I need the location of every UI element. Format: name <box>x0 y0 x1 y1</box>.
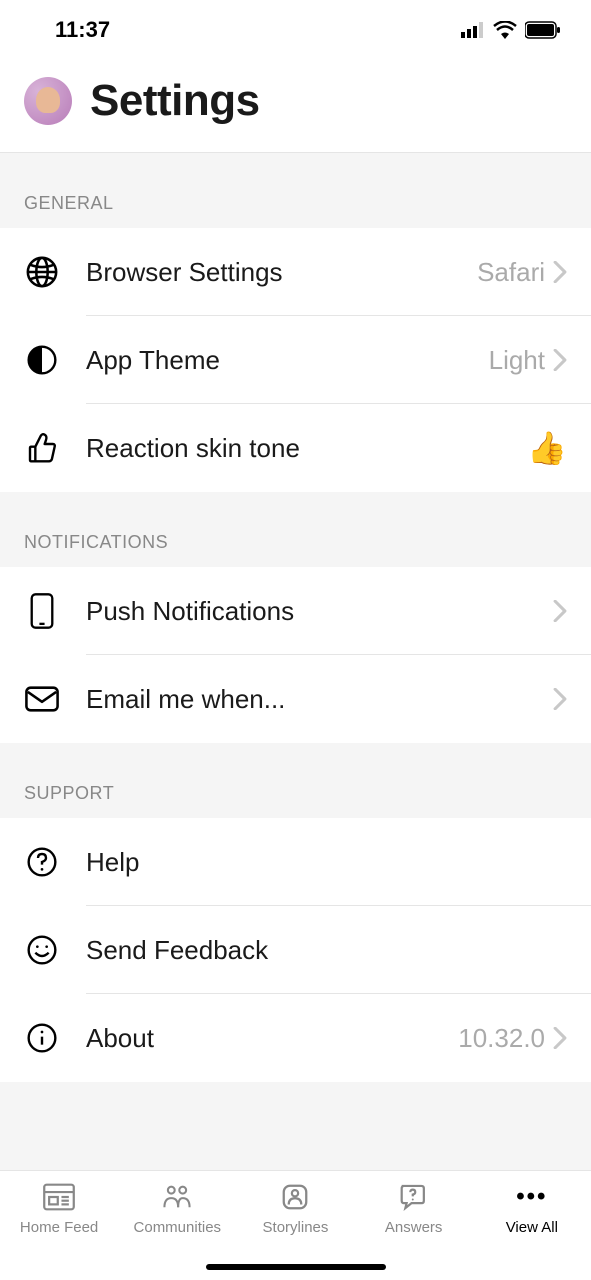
chat-question-icon <box>398 1181 430 1213</box>
reaction-emoji: 👍 <box>527 429 567 467</box>
smile-icon <box>24 932 60 968</box>
header: Settings <box>0 60 591 153</box>
section-header-support: SUPPORT <box>0 743 591 818</box>
chevron-right-icon <box>553 349 567 371</box>
email-me-when-label: Email me when... <box>86 684 553 715</box>
push-notifications-label: Push Notifications <box>86 596 553 627</box>
tab-label: View All <box>506 1219 558 1236</box>
avatar[interactable] <box>24 77 72 125</box>
info-icon <box>24 1020 60 1056</box>
story-icon <box>279 1181 311 1213</box>
people-icon <box>161 1181 193 1213</box>
app-theme-label: App Theme <box>86 345 489 376</box>
question-icon <box>24 844 60 880</box>
tab-label: Answers <box>385 1219 443 1236</box>
phone-icon <box>24 593 60 629</box>
reaction-skin-tone-label: Reaction skin tone <box>86 433 527 464</box>
app-theme-value: Light <box>489 345 545 376</box>
email-me-when-row[interactable]: Email me when... <box>0 655 591 743</box>
cellular-icon <box>461 22 485 38</box>
browser-settings-value: Safari <box>477 257 545 288</box>
envelope-icon <box>24 681 60 717</box>
chevron-right-icon <box>553 1027 567 1049</box>
half-circle-icon <box>24 342 60 378</box>
tab-view-all[interactable]: ••• View All <box>477 1181 587 1236</box>
browser-settings-row[interactable]: Browser Settings Safari <box>0 228 591 316</box>
section-header-general: GENERAL <box>0 153 591 228</box>
about-row[interactable]: About 10.32.0 <box>0 994 591 1082</box>
push-notifications-row[interactable]: Push Notifications <box>0 567 591 655</box>
wifi-icon <box>493 21 517 39</box>
chevron-right-icon <box>553 261 567 283</box>
reaction-skin-tone-row[interactable]: Reaction skin tone 👍 <box>0 404 591 492</box>
home-indicator[interactable] <box>206 1264 386 1270</box>
section-support: Help Send Feedback About 10.32.0 <box>0 818 591 1082</box>
tab-label: Home Feed <box>20 1219 98 1236</box>
tab-communities[interactable]: Communities <box>122 1181 232 1236</box>
chevron-right-icon <box>553 688 567 710</box>
globe-icon <box>24 254 60 290</box>
section-header-notifications: NOTIFICATIONS <box>0 492 591 567</box>
tab-answers[interactable]: Answers <box>359 1181 469 1236</box>
thumbs-up-icon <box>24 430 60 466</box>
page-title: Settings <box>90 76 260 126</box>
battery-icon <box>525 21 561 39</box>
section-notifications: Push Notifications Email me when... <box>0 567 591 743</box>
app-theme-row[interactable]: App Theme Light <box>0 316 591 404</box>
about-label: About <box>86 1023 458 1054</box>
status-time: 11:37 <box>55 17 110 43</box>
about-value: 10.32.0 <box>458 1023 545 1054</box>
send-feedback-row[interactable]: Send Feedback <box>0 906 591 994</box>
chevron-right-icon <box>553 600 567 622</box>
status-bar: 11:37 <box>0 0 591 60</box>
tab-label: Storylines <box>263 1219 329 1236</box>
tab-home-feed[interactable]: Home Feed <box>4 1181 114 1236</box>
tab-storylines[interactable]: Storylines <box>240 1181 350 1236</box>
send-feedback-label: Send Feedback <box>86 935 567 966</box>
section-general: Browser Settings Safari App Theme Light … <box>0 228 591 492</box>
more-icon: ••• <box>516 1181 548 1213</box>
help-label: Help <box>86 847 567 878</box>
help-row[interactable]: Help <box>0 818 591 906</box>
status-icons <box>461 21 561 39</box>
news-icon <box>43 1181 75 1213</box>
browser-settings-label: Browser Settings <box>86 257 477 288</box>
tab-label: Communities <box>134 1219 222 1236</box>
